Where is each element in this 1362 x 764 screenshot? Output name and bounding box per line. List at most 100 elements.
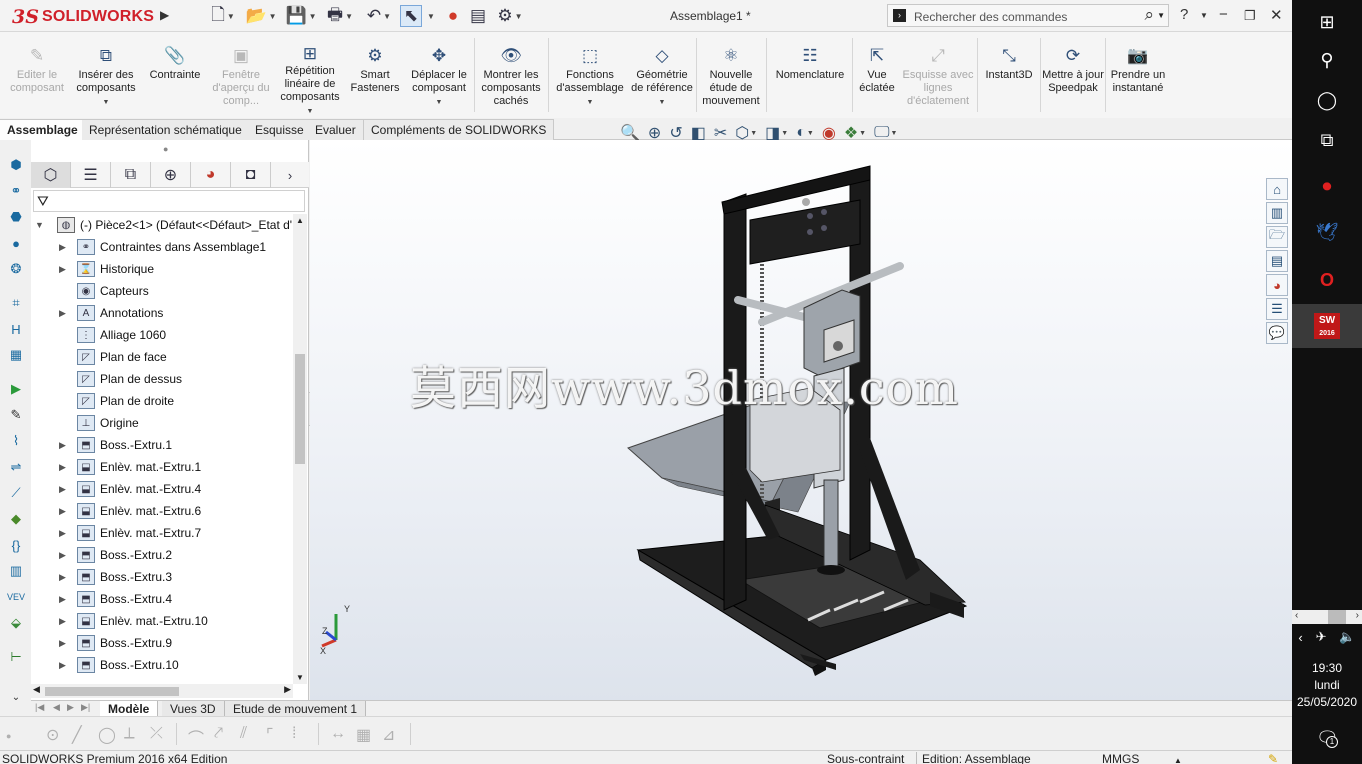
- first-tab-icon[interactable]: |◀: [35, 702, 44, 713]
- scroll-left-icon[interactable]: ‹: [1295, 610, 1298, 621]
- expand-chevron-icon[interactable]: ▶: [59, 242, 69, 253]
- tab-complements[interactable]: Compléments de SOLIDWORKS: [364, 119, 555, 140]
- tree-item[interactable]: ⋮ Alliage 1060: [59, 324, 166, 346]
- sketch-point-icon[interactable]: ⊙: [46, 725, 59, 745]
- sketch-centerline-icon[interactable]: ⤫: [150, 725, 163, 743]
- print-button[interactable]: 🖶 ▼: [323, 5, 357, 27]
- move-component-button[interactable]: ✥ Déplacer le composant ▼: [404, 32, 474, 118]
- library-icon[interactable]: ▥: [7, 562, 25, 580]
- expand-chevron-icon[interactable]: ▶: [59, 638, 69, 649]
- command-search-input[interactable]: › Rechercher des commandes ⌕ ▼: [887, 4, 1169, 27]
- sketch-line-icon[interactable]: ╱: [72, 725, 82, 745]
- scroll-thumb[interactable]: [1328, 610, 1346, 624]
- screen-recorder-icon[interactable]: ⏺: [1292, 164, 1362, 208]
- reference-geometry-button[interactable]: ◇ Géométrie de référence ▼: [630, 32, 694, 118]
- custom-properties-icon[interactable]: ☰: [1266, 298, 1288, 320]
- propertymanager-tab-icon[interactable]: ☰: [71, 162, 111, 188]
- tree-item[interactable]: ▶ ⌛ Historique: [59, 258, 154, 280]
- chart-tool-icon[interactable]: ⟋: [7, 484, 25, 502]
- task-view-icon[interactable]: ⧉: [1292, 118, 1362, 162]
- tree-item[interactable]: ◸ Plan de dessus: [59, 368, 182, 390]
- expand-chevron-icon[interactable]: ▶: [59, 484, 69, 495]
- tree-item[interactable]: ▶ ⬒ Boss.-Extru.10: [59, 654, 179, 676]
- graphics-area[interactable]: 莫西网www.3dmox.com Y Z X ◧ ◨ ❐ ✕ ⌂ ▥ 🗁 ▤ ◕…: [310, 140, 1292, 702]
- tab-motion-study[interactable]: Etude de mouvement 1: [225, 701, 367, 717]
- taskbar-scroll-strip[interactable]: ‹ ›: [1292, 610, 1362, 624]
- opera-browser-icon[interactable]: O: [1292, 258, 1362, 302]
- expand-chevron-icon[interactable]: ▶: [59, 528, 69, 539]
- spline-tool-icon[interactable]: ⌇: [7, 432, 25, 450]
- expand-chevron-icon[interactable]: ▶: [59, 506, 69, 517]
- spring-tool-icon[interactable]: ❂: [7, 260, 25, 278]
- expand-chevron-icon[interactable]: ▶: [59, 550, 69, 561]
- scroll-down-icon[interactable]: ▼: [296, 673, 304, 682]
- sketch-convert-icon[interactable]: ⫽: [240, 725, 247, 743]
- sketch-relation-icon[interactable]: ⊿: [382, 725, 395, 745]
- tree-item[interactable]: ▶ ⬒ Boss.-Extru.9: [59, 632, 172, 654]
- more-tabs-icon[interactable]: ›: [271, 162, 309, 188]
- tree-item[interactable]: ▶ ⚭ Contraintes dans Assemblage1: [59, 236, 266, 258]
- exploded-view-button[interactable]: ⇱ Vue éclatée: [854, 32, 900, 118]
- tree-item[interactable]: ▶ ⬓ Enlèv. mat.-Extru.7: [59, 522, 201, 544]
- expand-chevron-icon[interactable]: ▶: [59, 308, 69, 319]
- help-dropdown-icon[interactable]: ▼: [1200, 11, 1208, 20]
- tree-item[interactable]: ◉ Capteurs: [59, 280, 149, 302]
- save-button[interactable]: 💾 ▼: [284, 5, 318, 27]
- vev-icon[interactable]: VEV: [7, 588, 25, 606]
- scroll-right-icon[interactable]: ▶: [284, 684, 291, 695]
- tree-item[interactable]: ▶ ⬒ Boss.-Extru.2: [59, 544, 172, 566]
- tree-item[interactable]: ⊥ Origine: [59, 412, 139, 434]
- collapse-chevron-icon[interactable]: ▼: [35, 220, 45, 230]
- select-button[interactable]: ⬉: [400, 5, 422, 27]
- chevron-down-icon[interactable]: ▼: [1157, 11, 1165, 20]
- tree-item[interactable]: ▶ ⬓ Enlèv. mat.-Extru.4: [59, 478, 201, 500]
- tree-vertical-scrollbar[interactable]: ▲ ▼: [293, 214, 307, 684]
- expand-chevron-icon[interactable]: ▶: [59, 594, 69, 605]
- assembly-model[interactable]: [310, 140, 1292, 702]
- app-bird-icon[interactable]: 🕊: [1292, 210, 1362, 254]
- show-hidden-components-button[interactable]: 👁 Montrer les composants cachés: [476, 32, 546, 118]
- sketch-offset-icon[interactable]: ⤤: [214, 725, 223, 743]
- tree-item[interactable]: ▶ ⬓ Enlèv. mat.-Extru.6: [59, 500, 201, 522]
- tree-item[interactable]: ▶ ⬓ Enlèv. mat.-Extru.10: [59, 610, 208, 632]
- panel-grip-icon[interactable]: ●: [163, 144, 168, 154]
- play-icon[interactable]: ▶: [7, 380, 25, 398]
- dimension-tool-icon[interactable]: ⇌: [7, 458, 25, 476]
- sketch-grid-icon[interactable]: ▦: [356, 725, 371, 745]
- expand-chevron-icon[interactable]: ▶: [59, 440, 69, 451]
- tab-assemblage[interactable]: Assemblage: [0, 119, 86, 140]
- volume-icon[interactable]: 🔈: [1339, 629, 1355, 645]
- expand-chevron-icon[interactable]: ▶: [59, 616, 69, 627]
- tab-vues-3d[interactable]: Vues 3D: [162, 701, 225, 717]
- edit-component-button[interactable]: ✎ Editer le composant: [4, 32, 70, 118]
- options-button[interactable]: ⚙ ▼: [493, 5, 527, 27]
- scroll-right-icon[interactable]: ›: [1356, 610, 1359, 621]
- menu-expand-arrow-icon[interactable]: ▶: [160, 8, 169, 22]
- tab-modele[interactable]: Modèle: [100, 701, 159, 717]
- dimxpert-tab-icon[interactable]: ⊕: [151, 162, 191, 188]
- search-icon[interactable]: ⚲: [1292, 38, 1362, 82]
- expand-chevron-icon[interactable]: ▶: [59, 462, 69, 473]
- search-icon[interactable]: ⌕: [1144, 5, 1154, 25]
- tree-item[interactable]: ◸ Plan de droite: [59, 390, 174, 412]
- tray-chevron-icon[interactable]: ‹: [1298, 630, 1302, 645]
- last-tab-icon[interactable]: ▶|: [81, 702, 90, 713]
- sketch-tool-icon[interactable]: ⌗: [7, 294, 25, 312]
- display-manager-tab-icon[interactable]: ◕: [191, 162, 231, 188]
- rebuild-status-icon[interactable]: ✎: [1268, 752, 1278, 764]
- filter-funnel-icon[interactable]: ⛛: [37, 193, 49, 210]
- toolbox-icon[interactable]: ⬙: [7, 614, 25, 632]
- new-document-button[interactable]: 🗋 ▼: [206, 5, 240, 27]
- tab-evaluer[interactable]: Evaluer: [308, 119, 364, 140]
- cortana-circle-icon[interactable]: ◯: [1292, 78, 1362, 122]
- scroll-thumb[interactable]: [295, 354, 305, 464]
- solidworks-taskbar-button[interactable]: SW 2016: [1292, 304, 1362, 348]
- mate-button[interactable]: 📎 Contrainte: [142, 32, 208, 118]
- minimize-button[interactable]: −: [1219, 6, 1228, 23]
- tree-item[interactable]: ▶ ⬒ Boss.-Extru.1: [59, 434, 172, 456]
- tree-horizontal-scrollbar[interactable]: ◀ ▶: [31, 684, 293, 698]
- close-button[interactable]: ✕: [1270, 6, 1283, 24]
- component-tool-icon[interactable]: ⬣: [7, 208, 25, 226]
- calculator-icon[interactable]: ▦: [7, 346, 25, 364]
- tree-item[interactable]: ▶ ⬓ Enlèv. mat.-Extru.1: [59, 456, 201, 478]
